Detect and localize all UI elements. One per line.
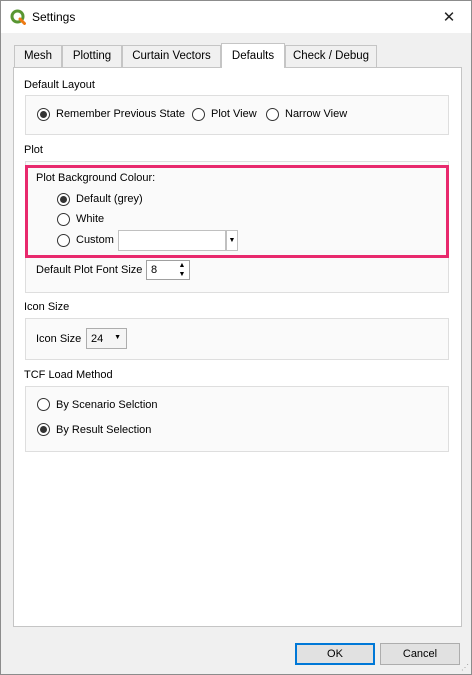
spin-up-icon[interactable]: ▲ [176, 261, 188, 270]
by-result-selection-label: By Result Selection [56, 424, 152, 436]
cancel-button[interactable]: Cancel [380, 643, 460, 665]
default-grey-radio[interactable] [57, 193, 70, 206]
tab-defaults[interactable]: Defaults [221, 43, 285, 68]
icon-size-label: Icon Size [36, 333, 82, 345]
chevron-down-icon: ▼ [228, 237, 236, 244]
custom-radio[interactable] [57, 234, 70, 247]
narrow-view-radio[interactable] [266, 108, 279, 121]
font-size-value: 8 [151, 264, 158, 276]
white-label: White [76, 213, 105, 225]
white-radio[interactable] [57, 213, 70, 226]
by-scenario-selection-label: By Scenario Selction [56, 399, 158, 411]
icon-size-select[interactable]: 24 ▼ [86, 328, 127, 349]
close-icon: ✕ [442, 8, 456, 26]
chevron-down-icon: ▼ [114, 334, 121, 341]
ok-button[interactable]: OK [295, 643, 375, 665]
plot-view-label: Plot View [211, 108, 257, 120]
custom-colour-field[interactable] [118, 230, 226, 251]
resize-grip-icon[interactable]: ⋰ [461, 663, 469, 672]
plot-title: Plot [24, 144, 43, 156]
default-grey-label: Default (grey) [76, 193, 143, 205]
remember-previous-state-radio[interactable] [37, 108, 50, 121]
icon-size-value: 24 [91, 333, 104, 345]
tab-plotting[interactable]: Plotting [62, 45, 122, 67]
tab-curtain-vectors[interactable]: Curtain Vectors [122, 45, 221, 67]
by-result-selection-radio[interactable] [37, 423, 50, 436]
icon-size-title: Icon Size [24, 301, 70, 313]
remember-previous-state-label: Remember Previous State [56, 108, 185, 120]
close-button[interactable]: ✕ [427, 1, 471, 32]
plot-view-radio[interactable] [192, 108, 205, 121]
tab-check-debug[interactable]: Check / Debug [285, 45, 377, 67]
custom-label: Custom [76, 234, 114, 246]
tab-mesh[interactable]: Mesh [14, 45, 62, 67]
settings-dialog: Settings ✕ Mesh Plotting Curtain Vectors… [0, 0, 472, 675]
tcf-load-method-group [25, 386, 449, 452]
default-layout-title: Default Layout [24, 79, 95, 91]
default-plot-font-size-spinbox[interactable]: 8 ▲ ▼ [146, 260, 190, 280]
qgis-logo-icon [10, 9, 26, 25]
narrow-view-label: Narrow View [285, 108, 348, 120]
default-plot-font-size-label: Default Plot Font Size [36, 264, 143, 276]
custom-colour-dropdown-button[interactable]: ▼ [226, 230, 238, 251]
window-title: Settings [32, 10, 76, 24]
spin-down-icon[interactable]: ▼ [176, 270, 188, 279]
title-bar: Settings ✕ [1, 1, 471, 33]
tcf-load-method-title: TCF Load Method [24, 369, 113, 381]
plot-background-colour-title: Plot Background Colour: [36, 172, 156, 184]
by-scenario-selection-radio[interactable] [37, 398, 50, 411]
